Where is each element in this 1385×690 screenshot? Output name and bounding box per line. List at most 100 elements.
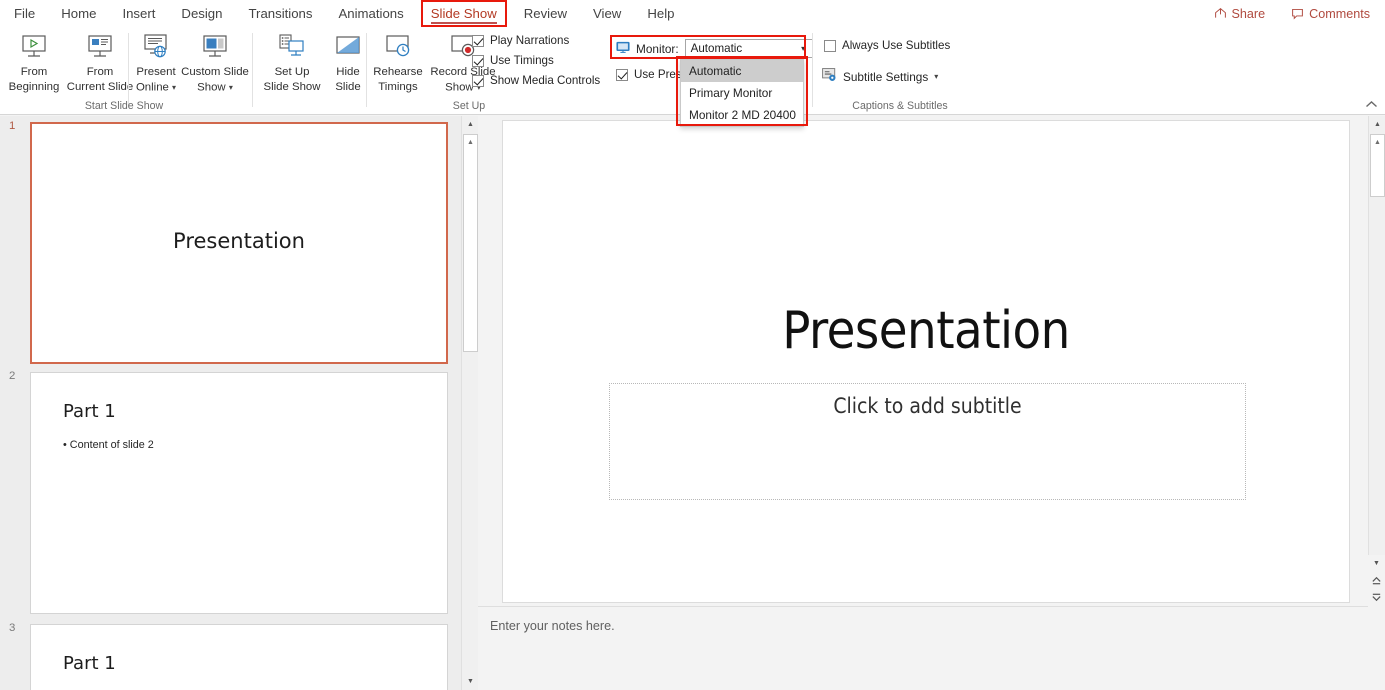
- thumbnail-scroll-down-button[interactable]: ▼: [462, 673, 479, 690]
- subtitle-settings-button[interactable]: Subtitle Settings ▾: [822, 68, 938, 85]
- thumbnail-2-title: Part 1: [63, 401, 116, 422]
- monitor-option-primary-monitor[interactable]: Primary Monitor: [681, 82, 803, 104]
- tab-design[interactable]: Design: [168, 0, 235, 27]
- group-label-captions-subtitles: Captions & Subtitles: [814, 100, 986, 112]
- play-narrations-checkbox[interactable]: Play Narrations: [472, 34, 569, 47]
- slide-area-scrollbar[interactable]: ▲ ▲: [1368, 116, 1385, 604]
- hide-slide-label-2: Slide: [335, 81, 360, 94]
- present-online-icon: [141, 30, 171, 64]
- custom-slide-show-icon: [200, 30, 230, 64]
- ribbon-tab-bar: File Home Insert Design Transitions Anim…: [0, 0, 1385, 27]
- tab-help[interactable]: Help: [634, 0, 687, 27]
- subtitle-settings-label: Subtitle Settings: [843, 70, 928, 84]
- previous-slide-button[interactable]: [1368, 572, 1385, 589]
- show-media-controls-checkbox[interactable]: Show Media Controls: [472, 74, 600, 87]
- slide-title-text[interactable]: Presentation: [503, 301, 1349, 361]
- show-media-controls-label: Show Media Controls: [490, 74, 600, 87]
- monitor-icon: [616, 41, 630, 57]
- share-label: Share: [1232, 7, 1266, 21]
- thumbnail-scrollbar[interactable]: ▲ ▲ ▼: [461, 116, 478, 690]
- previous-slide-icon: [1371, 575, 1382, 586]
- tab-file[interactable]: File: [0, 0, 48, 27]
- notes-placeholder: Enter your notes here.: [490, 619, 615, 633]
- next-slide-button[interactable]: [1368, 589, 1385, 606]
- slide-scrollbar-thumb[interactable]: ▲: [1370, 134, 1385, 197]
- set-up-slide-show-icon: [277, 30, 307, 64]
- use-timings-label: Use Timings: [490, 54, 554, 67]
- monitor-option-automatic[interactable]: Automatic: [681, 60, 803, 82]
- comments-label: Comments: [1309, 7, 1370, 21]
- from-beginning-label-1: From: [21, 66, 48, 79]
- tab-slide-show-label: Slide Show: [431, 6, 497, 21]
- thumbnail-scroll-up-button[interactable]: ▲: [462, 116, 479, 133]
- monitor-selected-value: Automatic: [691, 42, 743, 55]
- notes-pane[interactable]: Enter your notes here.: [478, 606, 1368, 690]
- always-use-subtitles-checkbox[interactable]: Always Use Subtitles: [824, 39, 950, 52]
- hide-slide-button[interactable]: Hide Slide: [326, 30, 370, 94]
- play-screen-icon: [19, 30, 49, 64]
- thumbnail-item-2[interactable]: 2 Part 1 • Content of slide 2: [0, 370, 458, 623]
- chevron-down-icon: ▾: [172, 83, 176, 92]
- scroll-down-icon: ▼: [1373, 560, 1380, 567]
- group-label-start-slide-show: Start Slide Show: [0, 100, 248, 112]
- share-button[interactable]: Share: [1205, 4, 1275, 24]
- slide-subtitle-placeholder-box[interactable]: Click to add subtitle: [609, 383, 1246, 500]
- tab-animations[interactable]: Animations: [326, 0, 417, 27]
- from-current-slide-label-2: Current Slide: [67, 81, 133, 94]
- thumbnail-slide-2[interactable]: Part 1 • Content of slide 2: [30, 372, 448, 614]
- scrollbar-grip-icon: ▲: [1371, 139, 1384, 146]
- monitor-dropdown-list[interactable]: Automatic Primary Monitor Monitor 2 MD 2…: [680, 59, 804, 127]
- comments-button[interactable]: Comments: [1282, 4, 1379, 24]
- use-timings-checkbox[interactable]: Use Timings: [472, 54, 554, 67]
- chevron-down-icon: ▾: [934, 72, 938, 81]
- set-up-slide-show-button[interactable]: Set Up Slide Show: [260, 30, 324, 94]
- thumbnail-slide-3[interactable]: Part 1: [30, 624, 448, 690]
- tab-home[interactable]: Home: [48, 0, 109, 27]
- checkbox-box: [472, 75, 484, 87]
- tab-insert[interactable]: Insert: [109, 0, 168, 27]
- present-online-button[interactable]: Present Online ▾: [130, 30, 182, 95]
- custom-slide-show-label-1: Custom Slide: [181, 66, 249, 79]
- monitor-combobox[interactable]: Automatic ▾: [685, 39, 813, 58]
- group-separator: [366, 33, 367, 107]
- present-online-label-2: Online ▾: [136, 81, 176, 95]
- share-icon: [1214, 7, 1227, 20]
- slide-scroll-up-button[interactable]: ▲: [1369, 116, 1385, 133]
- chevron-down-icon[interactable]: ▾: [795, 40, 812, 57]
- thumbnail-2-bullet: • Content of slide 2: [63, 439, 154, 451]
- tab-transitions[interactable]: Transitions: [235, 0, 325, 27]
- tab-view[interactable]: View: [580, 0, 634, 27]
- thumbnail-1-title: Presentation: [32, 229, 446, 253]
- chevron-down-icon: ▾: [229, 83, 233, 92]
- checkbox-box: [472, 35, 484, 47]
- slide-thumbnail-pane[interactable]: 1 Presentation 2 Part 1 • Content of sli…: [0, 116, 478, 690]
- rehearse-timings-label-2: Timings: [378, 81, 417, 94]
- play-narrations-label: Play Narrations: [490, 34, 569, 47]
- use-presenter-view-checkbox[interactable]: Use Prese: [616, 68, 688, 81]
- thumbnail-slide-1[interactable]: Presentation: [30, 122, 448, 364]
- hide-slide-icon: [333, 30, 363, 64]
- powerpoint-window: File Home Insert Design Transitions Anim…: [0, 0, 1385, 690]
- tab-slide-show[interactable]: Slide Show: [421, 0, 507, 27]
- thumbnail-scrollbar-thumb[interactable]: ▲: [463, 134, 478, 352]
- tab-slide-show-highlight: Slide Show: [421, 0, 507, 27]
- from-current-slide-button[interactable]: From Current Slide: [64, 30, 136, 94]
- thumbnail-item-1[interactable]: 1 Presentation: [0, 120, 458, 372]
- thumbnail-number-3: 3: [9, 622, 15, 634]
- slide-canvas[interactable]: Presentation Click to add subtitle: [502, 120, 1350, 603]
- thumbnail-number-1: 1: [9, 120, 15, 132]
- group-label-set-up: Set Up: [254, 100, 684, 112]
- collapse-ribbon-button[interactable]: [1365, 100, 1378, 112]
- slide-scroll-down-button[interactable]: ▼: [1368, 555, 1385, 572]
- from-beginning-button[interactable]: From Beginning: [6, 30, 62, 94]
- group-separator: [252, 33, 253, 107]
- rehearse-timings-button[interactable]: Rehearse Timings: [368, 30, 428, 94]
- thumbnail-number-2: 2: [9, 370, 15, 382]
- set-up-slide-show-label-2: Slide Show: [264, 81, 321, 94]
- monitor-selector[interactable]: Monitor: Automatic ▾: [616, 39, 813, 58]
- custom-slide-show-button[interactable]: Custom Slide Show ▾: [180, 30, 250, 95]
- tab-review[interactable]: Review: [511, 0, 580, 27]
- thumbnail-item-3[interactable]: 3 Part 1: [0, 622, 458, 690]
- present-online-label-1: Present: [136, 66, 175, 79]
- monitor-option-monitor-2[interactable]: Monitor 2 MD 20400: [681, 104, 803, 126]
